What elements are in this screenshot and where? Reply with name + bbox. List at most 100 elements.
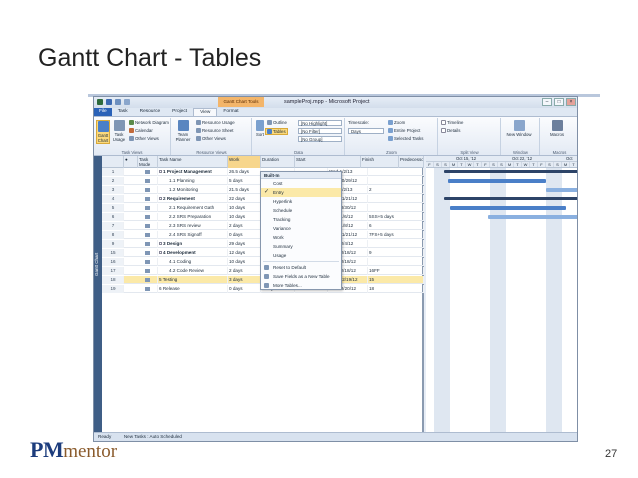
id-cell[interactable]: 6 [102, 213, 124, 221]
menu-item-tracking[interactable]: Tracking [261, 215, 341, 224]
outline-button[interactable]: Outline [267, 120, 287, 126]
view-bar[interactable]: Gantt Chart [94, 156, 102, 434]
pred-cell[interactable] [368, 177, 424, 185]
id-cell[interactable]: 18 [102, 276, 124, 284]
minimize-icon[interactable]: – [542, 98, 552, 106]
id-cell[interactable]: 17 [102, 267, 124, 275]
task-mode-icon[interactable] [138, 195, 158, 203]
network-diagram-button[interactable]: Network Diagram [129, 120, 169, 126]
tab-project[interactable]: Project [166, 108, 193, 116]
tab-task[interactable]: Task [112, 108, 134, 116]
task-mode-icon[interactable] [138, 258, 158, 266]
new-window-button[interactable]: New Window [506, 120, 532, 137]
task-mode-icon[interactable] [138, 186, 158, 194]
summary-bar[interactable] [444, 170, 577, 173]
filter-select[interactable]: [No Filter] [298, 128, 342, 134]
select-all-cell[interactable] [102, 156, 124, 168]
pred-cell[interactable] [368, 240, 424, 248]
gantt-chart-button[interactable]: Gantt Chart [96, 120, 110, 144]
zoom-button[interactable]: Zoom [388, 120, 405, 126]
id-cell[interactable]: 4 [102, 195, 124, 203]
id-cell[interactable]: 15 [102, 249, 124, 257]
pred-cell[interactable] [368, 195, 424, 203]
task-name-cell[interactable]: 3 Design [158, 240, 228, 248]
column-predecessors[interactable]: Predecessors [399, 156, 424, 168]
task-usage-button[interactable]: Task Usage [112, 120, 126, 142]
task-mode-icon[interactable] [138, 177, 158, 185]
tab-file[interactable]: File [94, 108, 112, 116]
column-task-name[interactable]: Task Name [158, 156, 228, 168]
save-icon[interactable] [106, 99, 112, 105]
task-name-cell[interactable]: 1 Project Management [158, 168, 228, 176]
summary-bar[interactable] [444, 197, 577, 200]
id-cell[interactable]: 16 [102, 258, 124, 266]
task-mode-icon[interactable] [138, 267, 158, 275]
tab-format[interactable]: Format [217, 108, 244, 116]
close-icon[interactable]: × [566, 98, 576, 106]
task-mode-icon[interactable] [138, 231, 158, 239]
collapse-toggle-icon[interactable] [159, 242, 162, 246]
tables-button[interactable]: Tables [265, 128, 288, 136]
other-views-button[interactable]: Other Views [129, 136, 159, 142]
entire-project-button[interactable]: Entire Project [388, 128, 420, 134]
task-name-cell[interactable]: 6 Release [158, 285, 228, 293]
id-cell[interactable]: 2 [102, 177, 124, 185]
pred-cell[interactable]: 18 [368, 285, 424, 293]
other-views-resource-button[interactable]: Other Views [196, 136, 226, 142]
project-logo-icon[interactable] [97, 99, 103, 105]
task-name-cell[interactable]: 2.2 SRS Preparation [158, 213, 228, 221]
id-cell[interactable]: 19 [102, 285, 124, 293]
task-bar[interactable] [546, 188, 577, 192]
work-cell[interactable]: 3 days [228, 276, 261, 284]
task-mode-icon[interactable] [138, 240, 158, 248]
work-cell[interactable]: 29 days [228, 240, 261, 248]
work-cell[interactable]: 10 days [228, 204, 261, 212]
id-cell[interactable]: 9 [102, 240, 124, 248]
details-checkbox[interactable]: Details [441, 128, 460, 134]
pred-cell[interactable]: 7FS+5 days [368, 231, 424, 239]
work-cell[interactable]: 22 days [228, 195, 261, 203]
id-cell[interactable]: 3 [102, 186, 124, 194]
task-mode-icon[interactable] [138, 276, 158, 284]
task-name-cell[interactable]: 4.2 Code Review [158, 267, 228, 275]
timescale-select[interactable]: Days [348, 128, 384, 134]
column-task-mode[interactable]: Task Mode [138, 156, 158, 168]
task-name-cell[interactable]: 2 Requirement [158, 195, 228, 203]
task-name-cell[interactable]: 2.4 SRS Signoff [158, 231, 228, 239]
task-name-cell[interactable]: 4 Development [158, 249, 228, 257]
work-cell[interactable]: 5 days [228, 177, 261, 185]
pred-cell[interactable]: 15 [368, 276, 424, 284]
id-cell[interactable]: 1 [102, 168, 124, 176]
task-mode-icon[interactable] [138, 168, 158, 176]
tab-resource[interactable]: Resource [134, 108, 167, 116]
pred-cell[interactable] [368, 168, 424, 176]
work-cell[interactable]: 2 days [228, 222, 261, 230]
pred-cell[interactable]: 6 [368, 222, 424, 230]
task-name-cell[interactable]: 5 Testing [158, 276, 228, 284]
pred-cell[interactable]: 16FF [368, 267, 424, 275]
menu-item-variance[interactable]: Variance [261, 224, 341, 233]
calendar-button[interactable]: Calendar [129, 128, 153, 134]
work-cell[interactable]: 0 days [228, 231, 261, 239]
work-cell[interactable]: 10 days [228, 213, 261, 221]
column-finish[interactable]: Finish [361, 156, 399, 168]
menu-item-summary[interactable]: Summary [261, 242, 341, 251]
tab-view[interactable]: View [193, 108, 218, 116]
id-cell[interactable]: 5 [102, 204, 124, 212]
task-name-cell[interactable]: 2.3 SRS review [158, 222, 228, 230]
task-mode-icon[interactable] [138, 213, 158, 221]
resource-sheet-button[interactable]: Resource Sheet [196, 128, 234, 134]
task-bar[interactable] [448, 179, 546, 183]
menu-item-work[interactable]: Work [261, 233, 341, 242]
pred-cell[interactable]: 9 [368, 249, 424, 257]
collapse-toggle-icon[interactable] [159, 170, 162, 174]
collapse-toggle-icon[interactable] [159, 251, 162, 255]
selected-tasks-button[interactable]: Selected Tasks [388, 136, 423, 142]
sort-button[interactable]: Sort [255, 120, 265, 137]
resource-usage-button[interactable]: Resource Usage [196, 120, 235, 126]
id-cell[interactable]: 7 [102, 222, 124, 230]
task-mode-icon[interactable] [138, 285, 158, 293]
task-mode-icon[interactable] [138, 222, 158, 230]
maximize-icon[interactable]: □ [554, 98, 564, 106]
menu-item-reset-to-default[interactable]: Reset to Default [261, 263, 341, 272]
